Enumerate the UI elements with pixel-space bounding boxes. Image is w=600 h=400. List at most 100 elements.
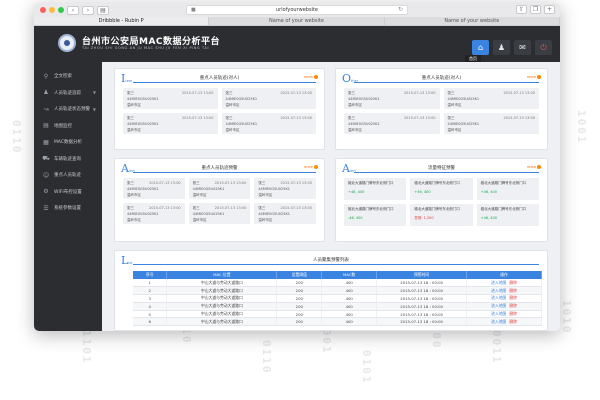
- track-card[interactable]: 张三 2015-07-13 13:00 44MIE0G5U025K1 温岭市区: [123, 88, 218, 109]
- message-icon[interactable]: ✉: [514, 40, 531, 55]
- add-tab-icon[interactable]: +: [544, 5, 555, 14]
- alert-person-card[interactable]: 张三 2015-07-13 13:00 44MIE0G5U025K1 温岭市区: [188, 178, 251, 199]
- row-alert-time: 2015-07-13 18 : 00:00: [376, 310, 468, 319]
- tabs-icon[interactable]: ❐: [530, 5, 541, 14]
- alert-person-card[interactable]: 张三 2015-07-13 13:00 44MIE0G5U025K1 温岭市区: [123, 178, 185, 199]
- column-header[interactable]: 序号: [133, 271, 168, 279]
- table-row[interactable]: 5 中山大道与劳动大道路口 200 400 2015-07-13 18 : 00:00 进…: [133, 310, 542, 319]
- list-icon: ▦: [43, 138, 49, 146]
- enter-map-link[interactable]: 进入地图: [491, 280, 506, 285]
- sidebar-item-map[interactable]: ▤ 地图监控: [34, 118, 102, 135]
- user-add-icon[interactable]: ♟: [493, 40, 510, 55]
- sidebar-item-track-warning[interactable]: ↝ 人员轨迹状态预警 ▼: [34, 101, 102, 118]
- alert-person-card[interactable]: 张三 2015-07-13 13:00 44MIE0G5U025K1 温岭市区: [254, 178, 316, 199]
- browser-tab[interactable]: Dribbble - Rubin P: [34, 17, 210, 25]
- enter-map-link[interactable]: 进入地图: [491, 303, 506, 308]
- minimize-window-button[interactable]: [49, 7, 55, 13]
- row-number: 2: [133, 286, 168, 296]
- sidebar-item-track[interactable]: ♟ 人员轨迹追踪 ▼: [34, 85, 102, 102]
- sidebar-item-label: MAC数据分析: [54, 140, 83, 146]
- delete-link[interactable]: 删除: [509, 295, 517, 300]
- more-link[interactable]: more: [527, 165, 541, 169]
- table-row[interactable]: 1 中山大道与劳动大道路口 200 400 2015-07-13 18 : 00:00 进…: [133, 279, 542, 288]
- track-card[interactable]: 张三 2015-07-13 13:00 44MIE0G5U025K1 温岭市区: [443, 88, 539, 109]
- row-alert-time: 2015-07-13 18 : 00:00: [376, 286, 468, 296]
- power-icon[interactable]: ⏻: [535, 40, 552, 55]
- row-number: 6: [133, 317, 168, 327]
- sidebar-item-label: 地图监控: [54, 123, 72, 129]
- close-window-button[interactable]: [40, 7, 46, 13]
- delete-link[interactable]: 删除: [509, 303, 517, 308]
- sidebar-item-mac[interactable]: ▦ MAC数据分析: [34, 134, 102, 151]
- alert-person-card[interactable]: 张三 2015-07-13 13:00 44MIE0G5U025K1 温岭市区: [254, 203, 316, 224]
- row-number: 4: [133, 302, 168, 311]
- sidebar-toggle-icon[interactable]: ▤: [97, 5, 109, 15]
- row-threshold: 200: [276, 294, 323, 303]
- alert-person-card[interactable]: 张三 2015-07-13 13:00 44MIE0G5U025K1 温岭市区: [188, 203, 251, 224]
- panel-title: 重点人员轨迹预警: [201, 166, 238, 171]
- track-card[interactable]: 张三 2015-07-13 13:00 44MIE0G5U025K1 温岭市区: [221, 113, 316, 134]
- row-mac-count: 400: [321, 286, 378, 296]
- track-card[interactable]: 张三 2015-07-13 13:00 44MIE0G5U025K1 温岭市区: [344, 88, 440, 109]
- more-link[interactable]: more: [527, 75, 541, 79]
- delete-link[interactable]: 删除: [509, 280, 517, 285]
- browser-tab[interactable]: Name of your website: [209, 17, 385, 25]
- sidebar-item-key-person[interactable]: ☺ 重点人员轨迹: [34, 167, 102, 184]
- track-cards: 张三 2015-07-13 13:00 44MIE0G5U025K1 温岭市区 张三 2…: [344, 88, 539, 134]
- share-icon[interactable]: ⇧: [516, 5, 527, 14]
- sidebar-item-wifi[interactable]: ⚙ WIFI布控设置: [34, 184, 102, 201]
- browser-tab[interactable]: Name of your website: [385, 17, 560, 25]
- sidebar-item-vehicle[interactable]: ⛟ 车辆轨迹查询: [34, 151, 102, 168]
- alert-person-card[interactable]: 张三 2015-07-13 13:00 44MIE0G5U025K1 温岭市区: [123, 203, 185, 224]
- address-text: urlofyourwebsite: [276, 7, 318, 13]
- delete-link[interactable]: 删除: [509, 311, 517, 316]
- traffic-card[interactable]: 椒北大道路门牌号东北侧门口 +46, 400: [344, 178, 407, 200]
- home-icon[interactable]: ⌂: [472, 40, 489, 55]
- row-location: 中山大道与劳动大道路口: [166, 286, 278, 296]
- row-number: 5: [133, 310, 168, 319]
- maximize-window-button[interactable]: [58, 7, 64, 13]
- column-header[interactable]: MAC 位置: [166, 271, 278, 279]
- track-card[interactable]: 张三 2015-07-13 13:00 44MIE0G5U025K1 温岭市区: [443, 113, 539, 134]
- delete-link[interactable]: 删除: [509, 288, 517, 293]
- reload-icon[interactable]: ↻: [398, 6, 403, 14]
- enter-map-link[interactable]: 进入地图: [491, 295, 506, 300]
- track-card[interactable]: 张三 2015-07-13 13:00 44MIE0G5U025K1 温岭市区: [123, 113, 218, 134]
- traffic-card[interactable]: 椒北大道路门牌号东北侧门口 +46, 400: [476, 178, 539, 200]
- enter-map-link[interactable]: 进入地图: [491, 319, 506, 324]
- column-header[interactable]: 设置阈值: [276, 271, 323, 279]
- traffic-card[interactable]: 椒北大道路门牌号东北侧门口 -46, 400: [344, 204, 407, 226]
- track-card[interactable]: 张三 2015-07-13 13:00 44MIE0G5U025K1 温岭市区: [344, 113, 440, 134]
- row-actions: 进入地图 删除: [466, 286, 542, 296]
- back-icon[interactable]: ‹: [67, 5, 79, 15]
- table-row[interactable]: 6 中山大道与劳动大道路口 200 400 2015-07-13 18 : 00:00 进…: [133, 317, 542, 327]
- sidebar-item-search[interactable]: ⚲ 全文检索: [34, 68, 102, 85]
- row-location: 中山大道与劳动大道路口: [166, 310, 278, 319]
- forward-icon[interactable]: ›: [82, 5, 94, 15]
- row-actions: 进入地图 删除: [466, 310, 542, 319]
- table-row[interactable]: 4 中山大道与劳动大道路口 200 400 2015-07-13 18 : 00:00 进…: [133, 302, 542, 311]
- table-row[interactable]: 3 中山大道与劳动大道路口 200 400 2015-07-13 18 : 00:00 进…: [133, 294, 542, 303]
- traffic-card[interactable]: 椒北大道路门牌号东北侧门口 +46, 400: [476, 204, 539, 226]
- address-bar[interactable]: ■ urlofyourwebsite ↻: [186, 5, 408, 15]
- panel-divider: [354, 172, 539, 173]
- browser-window: ‹ › ▤ ■ urlofyourwebsite ↻ ⇧ ❐ + Dribbbl…: [34, 3, 560, 331]
- traffic-card[interactable]: 椒北大道路门牌号东北侧门口 异常: 1,200: [410, 204, 473, 226]
- traffic-card[interactable]: 椒北大道路门牌号东北侧门口 +46, 400: [410, 178, 473, 200]
- column-header[interactable]: 操作: [466, 271, 542, 279]
- more-link[interactable]: more: [304, 75, 318, 79]
- more-link[interactable]: more: [304, 165, 318, 169]
- table-row[interactable]: 2 中山大道与劳动大道路口 200 400 2015-07-13 18 : 00:00 进…: [133, 286, 542, 296]
- column-header[interactable]: MAC数: [321, 271, 378, 279]
- sidebar-item-label: WIFI布控设置: [54, 189, 82, 195]
- row-mac-count: 400: [321, 310, 378, 319]
- track-card[interactable]: 张三 2015-07-13 13:00 44MIE0G5U025K1 温岭市区: [221, 88, 316, 109]
- panel-divider: [133, 82, 316, 83]
- column-header[interactable]: 预警时间: [376, 271, 468, 279]
- enter-map-link[interactable]: 进入地图: [491, 311, 506, 316]
- enter-map-link[interactable]: 进入地图: [491, 288, 506, 293]
- sidebar-item-settings[interactable]: ☰ 系统参数设置: [34, 200, 102, 217]
- table-header-row: 序号 MAC 位置 设置阈值 MAC数 预警时间 操作: [133, 271, 542, 279]
- row-location: 中山大道与劳动大道路口: [166, 294, 278, 303]
- delete-link[interactable]: 删除: [509, 319, 517, 324]
